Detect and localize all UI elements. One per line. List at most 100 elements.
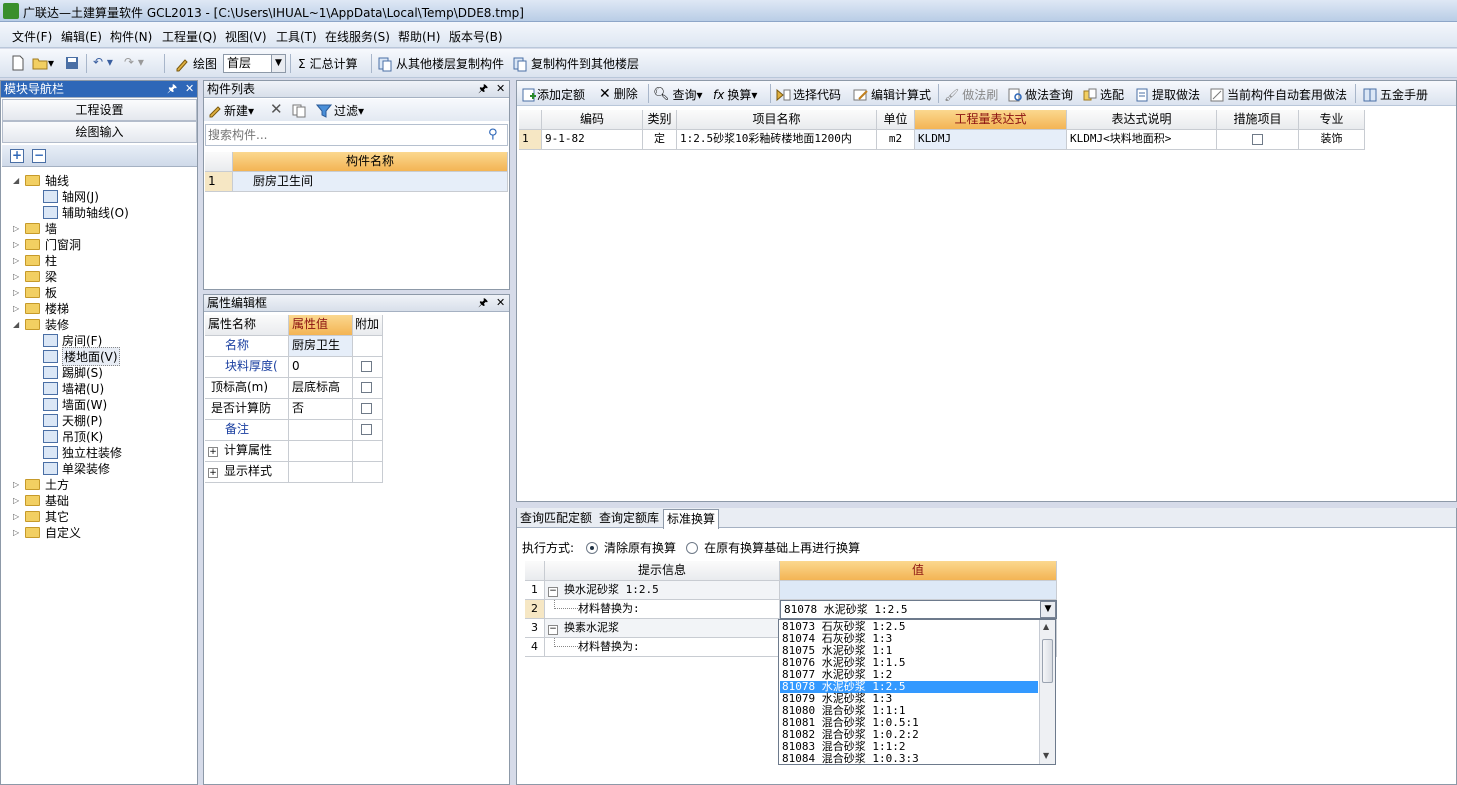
close-icon[interactable]: ✕	[185, 81, 194, 97]
project-settings-button[interactable]: 工程设置	[2, 99, 197, 121]
collapse-all-icon[interactable]: −	[32, 149, 46, 163]
auto-apply-method-button[interactable]: 当前构件自动套用做法	[1209, 86, 1347, 103]
quota-expression-desc[interactable]: KLDMJ<块料地面积>	[1067, 130, 1217, 150]
tab-quota-library[interactable]: 查询定额库	[596, 509, 662, 528]
menu-tools[interactable]: 工具(T)	[276, 28, 317, 45]
radio-clear-original[interactable]	[586, 541, 599, 554]
select-code-button[interactable]: 选择代码	[775, 86, 841, 103]
tree-item[interactable]: 吊顶(K)	[43, 428, 103, 444]
collapsed-arrow-icon[interactable]: ▷	[13, 528, 22, 537]
quota-measure[interactable]	[1217, 130, 1299, 150]
collapsed-arrow-icon[interactable]: ▷	[13, 304, 22, 313]
search-icon[interactable]: ⚲	[488, 127, 498, 142]
expanded-arrow-icon[interactable]: ◢	[13, 320, 22, 329]
draw-input-button[interactable]: 绘图输入	[2, 121, 197, 143]
scroll-down-icon[interactable]: ▼	[1043, 751, 1049, 760]
quota-project-name[interactable]: 1:2.5砂浆10彩釉砖楼地面1200内	[677, 130, 877, 150]
radio-append-conversion-label[interactable]: 在原有换算基础上再进行换算	[704, 539, 860, 556]
quota-code[interactable]: 9-1-82	[542, 130, 643, 150]
hardware-manual-button[interactable]: 五金手册	[1362, 86, 1428, 103]
method-query-button[interactable]: 做法查询	[1007, 86, 1073, 103]
expand-plus-icon[interactable]: +	[208, 468, 218, 478]
property-value[interactable]	[289, 420, 353, 441]
component-row[interactable]: 厨房卫生间	[233, 172, 508, 192]
tree-item[interactable]: ◢ 轴线	[13, 172, 69, 188]
property-value[interactable]: 否	[289, 399, 353, 420]
property-value[interactable]: 厨房卫生	[289, 336, 353, 357]
menu-file[interactable]: 文件(F)	[12, 28, 52, 45]
extra-checkbox[interactable]	[361, 424, 372, 435]
menu-view[interactable]: 视图(V)	[225, 28, 267, 45]
component-search-input[interactable]	[208, 126, 478, 144]
menu-online[interactable]: 在线服务(S)	[325, 28, 390, 45]
copy-to-floor-button[interactable]: 复制构件到其他楼层	[512, 55, 639, 72]
menu-help[interactable]: 帮助(H)	[398, 28, 440, 45]
new-component-button[interactable]: 新建 ▾	[208, 102, 254, 119]
open-folder-icon[interactable]: ▾	[32, 55, 54, 71]
delete-icon[interactable]: ✕	[270, 100, 283, 118]
add-quota-button[interactable]: 添加定额	[521, 86, 585, 103]
tree-item[interactable]: 辅助轴线(O)	[43, 204, 129, 220]
tree-item[interactable]: 独立柱装修	[43, 444, 122, 460]
tree-item[interactable]: ▷ 梁	[13, 268, 57, 284]
tree-item[interactable]: ◢ 装修	[13, 316, 69, 332]
expanded-arrow-icon[interactable]: ◢	[13, 176, 22, 185]
filter-button[interactable]: 过滤 ▾	[316, 102, 364, 119]
convert-button[interactable]: fx 换算 ▾	[713, 86, 757, 103]
collapsed-arrow-icon[interactable]: ▷	[13, 272, 22, 281]
tree-item[interactable]: 单梁装修	[43, 460, 110, 476]
quota-type[interactable]: 定	[643, 130, 677, 150]
tree-item[interactable]: ▷ 板	[13, 284, 57, 300]
scroll-up-icon[interactable]: ▲	[1043, 622, 1049, 631]
copy-component-icon[interactable]	[291, 102, 307, 118]
method-brush-button[interactable]: 🖌︎ 做法刷	[944, 86, 998, 103]
tree-item[interactable]: 轴网(J)	[43, 188, 99, 204]
measure-checkbox[interactable]	[1252, 134, 1263, 145]
extract-method-button[interactable]: 提取做法	[1134, 86, 1200, 103]
query-button[interactable]: 🔍︎ 查询 ▾	[653, 86, 703, 103]
material-select[interactable]: 81078 水泥砂浆 1:2.5	[780, 600, 1057, 619]
summary-calc-button[interactable]: Σ 汇总计算	[298, 55, 358, 72]
close-icon[interactable]: ✕	[496, 81, 505, 97]
edit-formula-button[interactable]: 编辑计算式	[853, 86, 931, 103]
pin-icon[interactable]: 🖈	[478, 81, 488, 97]
close-icon[interactable]: ✕	[496, 295, 505, 311]
tree-item[interactable]: ▷ 自定义	[13, 524, 81, 540]
chevron-down-icon[interactable]: ▼	[1040, 601, 1056, 618]
pin-icon[interactable]: 🖈	[167, 81, 177, 97]
tree-item[interactable]: ▷ 基础	[13, 492, 69, 508]
delete-quota-button[interactable]: ✕ 删除	[599, 85, 638, 102]
tree-item[interactable]: ▷ 土方	[13, 476, 69, 492]
tree-item[interactable]: ▷ 楼梯	[13, 300, 69, 316]
floor-select[interactable]: 首层 ▼	[223, 54, 286, 73]
menu-edit[interactable]: 编辑(E)	[61, 28, 102, 45]
collapsed-arrow-icon[interactable]: ▷	[13, 512, 22, 521]
collapsed-arrow-icon[interactable]: ▷	[13, 224, 22, 233]
collapsed-arrow-icon[interactable]: ▷	[13, 480, 22, 489]
collapsed-arrow-icon[interactable]: ▷	[13, 240, 22, 249]
tab-match-quota[interactable]: 查询匹配定额	[517, 509, 595, 528]
expand-plus-icon[interactable]: +	[208, 447, 218, 457]
extra-checkbox[interactable]	[361, 361, 372, 372]
tree-item[interactable]: 天棚(P)	[43, 412, 103, 428]
quota-major[interactable]: 装饰	[1299, 130, 1365, 150]
undo-icon[interactable]: ↶ ▾	[93, 55, 113, 69]
pin-icon[interactable]: 🖈	[478, 295, 488, 311]
copy-from-floor-button[interactable]: 从其他楼层复制构件	[377, 55, 504, 72]
tree-item[interactable]: 楼地面(V)	[43, 346, 120, 366]
dropdown-option[interactable]: 81084 混合砂浆 1:0.3:3	[780, 753, 1038, 765]
scroll-thumb[interactable]	[1042, 639, 1053, 683]
collapse-minus-icon[interactable]: −	[548, 625, 558, 635]
collapsed-arrow-icon[interactable]: ▷	[13, 496, 22, 505]
menu-quantity[interactable]: 工程量(Q)	[162, 28, 217, 45]
tree-item[interactable]: ▷ 柱	[13, 252, 57, 268]
tree-item[interactable]: ▷ 门窗洞	[13, 236, 81, 252]
tree-item[interactable]: ▷ 墙	[13, 220, 57, 236]
tree-item[interactable]: ▷ 其它	[13, 508, 69, 524]
property-value[interactable]: 层底标高	[289, 378, 353, 399]
save-icon[interactable]	[64, 55, 80, 71]
collapsed-arrow-icon[interactable]: ▷	[13, 288, 22, 297]
collapsed-arrow-icon[interactable]: ▷	[13, 256, 22, 265]
match-button[interactable]: 选配	[1082, 86, 1124, 103]
tree-item[interactable]: 墙面(W)	[43, 396, 107, 412]
